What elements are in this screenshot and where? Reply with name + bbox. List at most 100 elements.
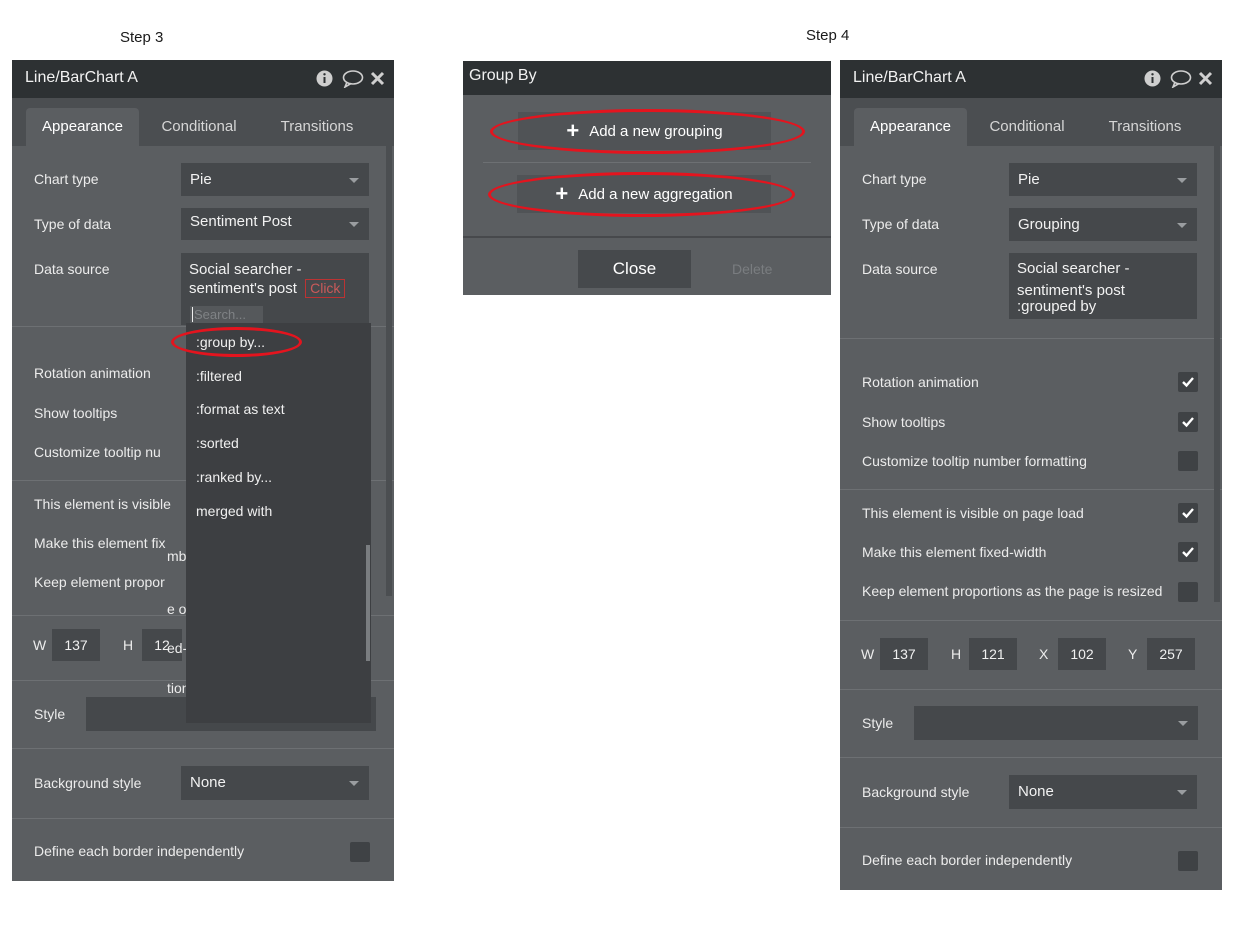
tab-conditional[interactable]: Conditional [149,108,249,146]
keep-proportions-label: Keep element propor [34,574,165,590]
divider [840,827,1222,828]
tab-bar: Appearance Conditional Transitions [12,98,394,146]
tooltips-label: Show tooltips [862,414,946,430]
w-label: W [861,646,875,662]
chevron-down-icon [349,177,359,183]
type-of-data-value: Sentiment Post [190,213,292,230]
background-style-label: Background style [862,784,970,800]
menu-item-ranked-by[interactable]: :ranked by... [196,469,272,485]
background-style-value: None [1018,783,1054,800]
tab-appearance[interactable]: Appearance [854,108,967,146]
h-label: H [951,646,962,662]
comment-icon[interactable] [1170,69,1192,89]
divider [463,236,831,238]
customize-checkbox[interactable] [1178,451,1198,471]
chart-type-dropdown[interactable]: Pie [1009,163,1197,196]
divider [840,489,1222,490]
chevron-down-icon [1177,177,1187,183]
step-4-label: Step 4 [806,27,850,44]
data-source-label: Data source [34,261,110,277]
divider [483,162,811,163]
chevron-down-icon [349,781,359,786]
chart-type-dropdown[interactable]: Pie [181,163,369,196]
border-independent-checkbox[interactable] [1178,851,1198,871]
border-independent-checkbox[interactable] [350,842,370,862]
fixed-width-label: Make this element fixed-width [862,544,1047,560]
scrollbar[interactable] [1214,146,1220,602]
rotation-label: Rotation animation [34,365,151,381]
search-placeholder: Search... [194,307,247,322]
y-label: Y [1128,646,1138,662]
tab-conditional[interactable]: Conditional [977,108,1077,146]
keep-proportions-checkbox[interactable] [1178,582,1198,602]
data-source-expression[interactable]: Social searcher - sentiment's post :grou… [1009,253,1197,319]
search-input[interactable]: Search... [190,306,263,324]
operator-menu: :group by... :filtered :format as text :… [186,323,371,723]
y-input[interactable]: 257 [1147,638,1195,670]
data-source-label: Data source [862,261,938,277]
chevron-down-icon [1178,721,1188,726]
click-badge[interactable]: Click [305,279,346,298]
style-dropdown[interactable] [914,706,1198,740]
close-icon[interactable] [1197,69,1216,88]
keep-proportions-label: Keep element proportions as the page is … [862,583,1163,599]
tab-transitions[interactable]: Transitions [262,108,372,146]
visible-label: This element is visible [34,496,171,512]
data-source-line: Social searcher - [1017,260,1130,277]
data-source-line: :grouped by [1017,298,1097,315]
menu-scrollbar[interactable] [366,545,370,661]
panel-header: Line/BarChart A [840,60,1222,98]
menu-item-format-as-text[interactable]: :format as text [196,401,285,417]
background-style-dropdown[interactable]: None [1009,775,1197,809]
tooltips-label: Show tooltips [34,405,118,421]
hidden-text-fragment: mb [167,548,187,564]
tab-appearance[interactable]: Appearance [26,108,139,146]
highlight-ellipse [171,327,302,357]
rotation-label: Rotation animation [862,374,979,390]
visible-checkbox[interactable] [1178,503,1198,523]
type-of-data-label: Type of data [862,216,940,232]
property-editor-right: Line/BarChart A Appearance Conditional T… [840,60,1222,890]
menu-item-sorted[interactable]: :sorted [196,435,239,451]
visible-label: This element is visible on page load [862,505,1084,521]
background-style-dropdown[interactable]: None [181,766,369,800]
h-input[interactable]: 121 [969,638,1017,670]
tab-transitions[interactable]: Transitions [1090,108,1200,146]
w-input[interactable]: 137 [880,638,928,670]
fixed-width-checkbox[interactable] [1178,542,1198,562]
x-label: X [1039,646,1049,662]
rotation-checkbox[interactable] [1178,372,1198,392]
type-of-data-dropdown[interactable]: Grouping [1009,208,1197,241]
panel-title: Line/BarChart A [25,69,138,86]
close-button[interactable]: Close [578,250,691,288]
step-3-label: Step 3 [120,29,164,46]
info-icon[interactable] [1143,69,1162,88]
dialog-title: Group By [469,67,537,84]
data-source-line: Social searcher - [189,261,302,278]
w-input[interactable]: 137 [52,629,100,661]
divider [12,748,394,749]
close-icon[interactable] [369,69,388,88]
chevron-down-icon [1177,790,1187,795]
background-style-label: Background style [34,775,142,791]
chevron-down-icon [349,222,359,227]
type-of-data-dropdown[interactable]: Sentiment Post [181,208,369,240]
chart-type-label: Chart type [862,171,927,187]
divider [840,620,1222,621]
highlight-ellipse [490,109,805,154]
customize-label: Customize tooltip number formatting [862,453,1087,469]
delete-button[interactable]: Delete [732,261,772,277]
background-style-value: None [190,774,226,791]
info-icon[interactable] [315,69,334,88]
text-cursor [192,307,193,322]
menu-item-merged-with[interactable]: merged with [196,503,272,519]
scrollbar[interactable] [386,146,392,596]
divider [840,338,1222,339]
tooltips-checkbox[interactable] [1178,412,1198,432]
comment-icon[interactable] [342,69,364,89]
chevron-down-icon [1177,222,1187,228]
border-independent-label: Define each border independently [34,843,245,859]
menu-item-filtered[interactable]: :filtered [196,368,242,384]
hidden-text-fragment: ed- [167,640,188,656]
x-input[interactable]: 102 [1058,638,1106,670]
